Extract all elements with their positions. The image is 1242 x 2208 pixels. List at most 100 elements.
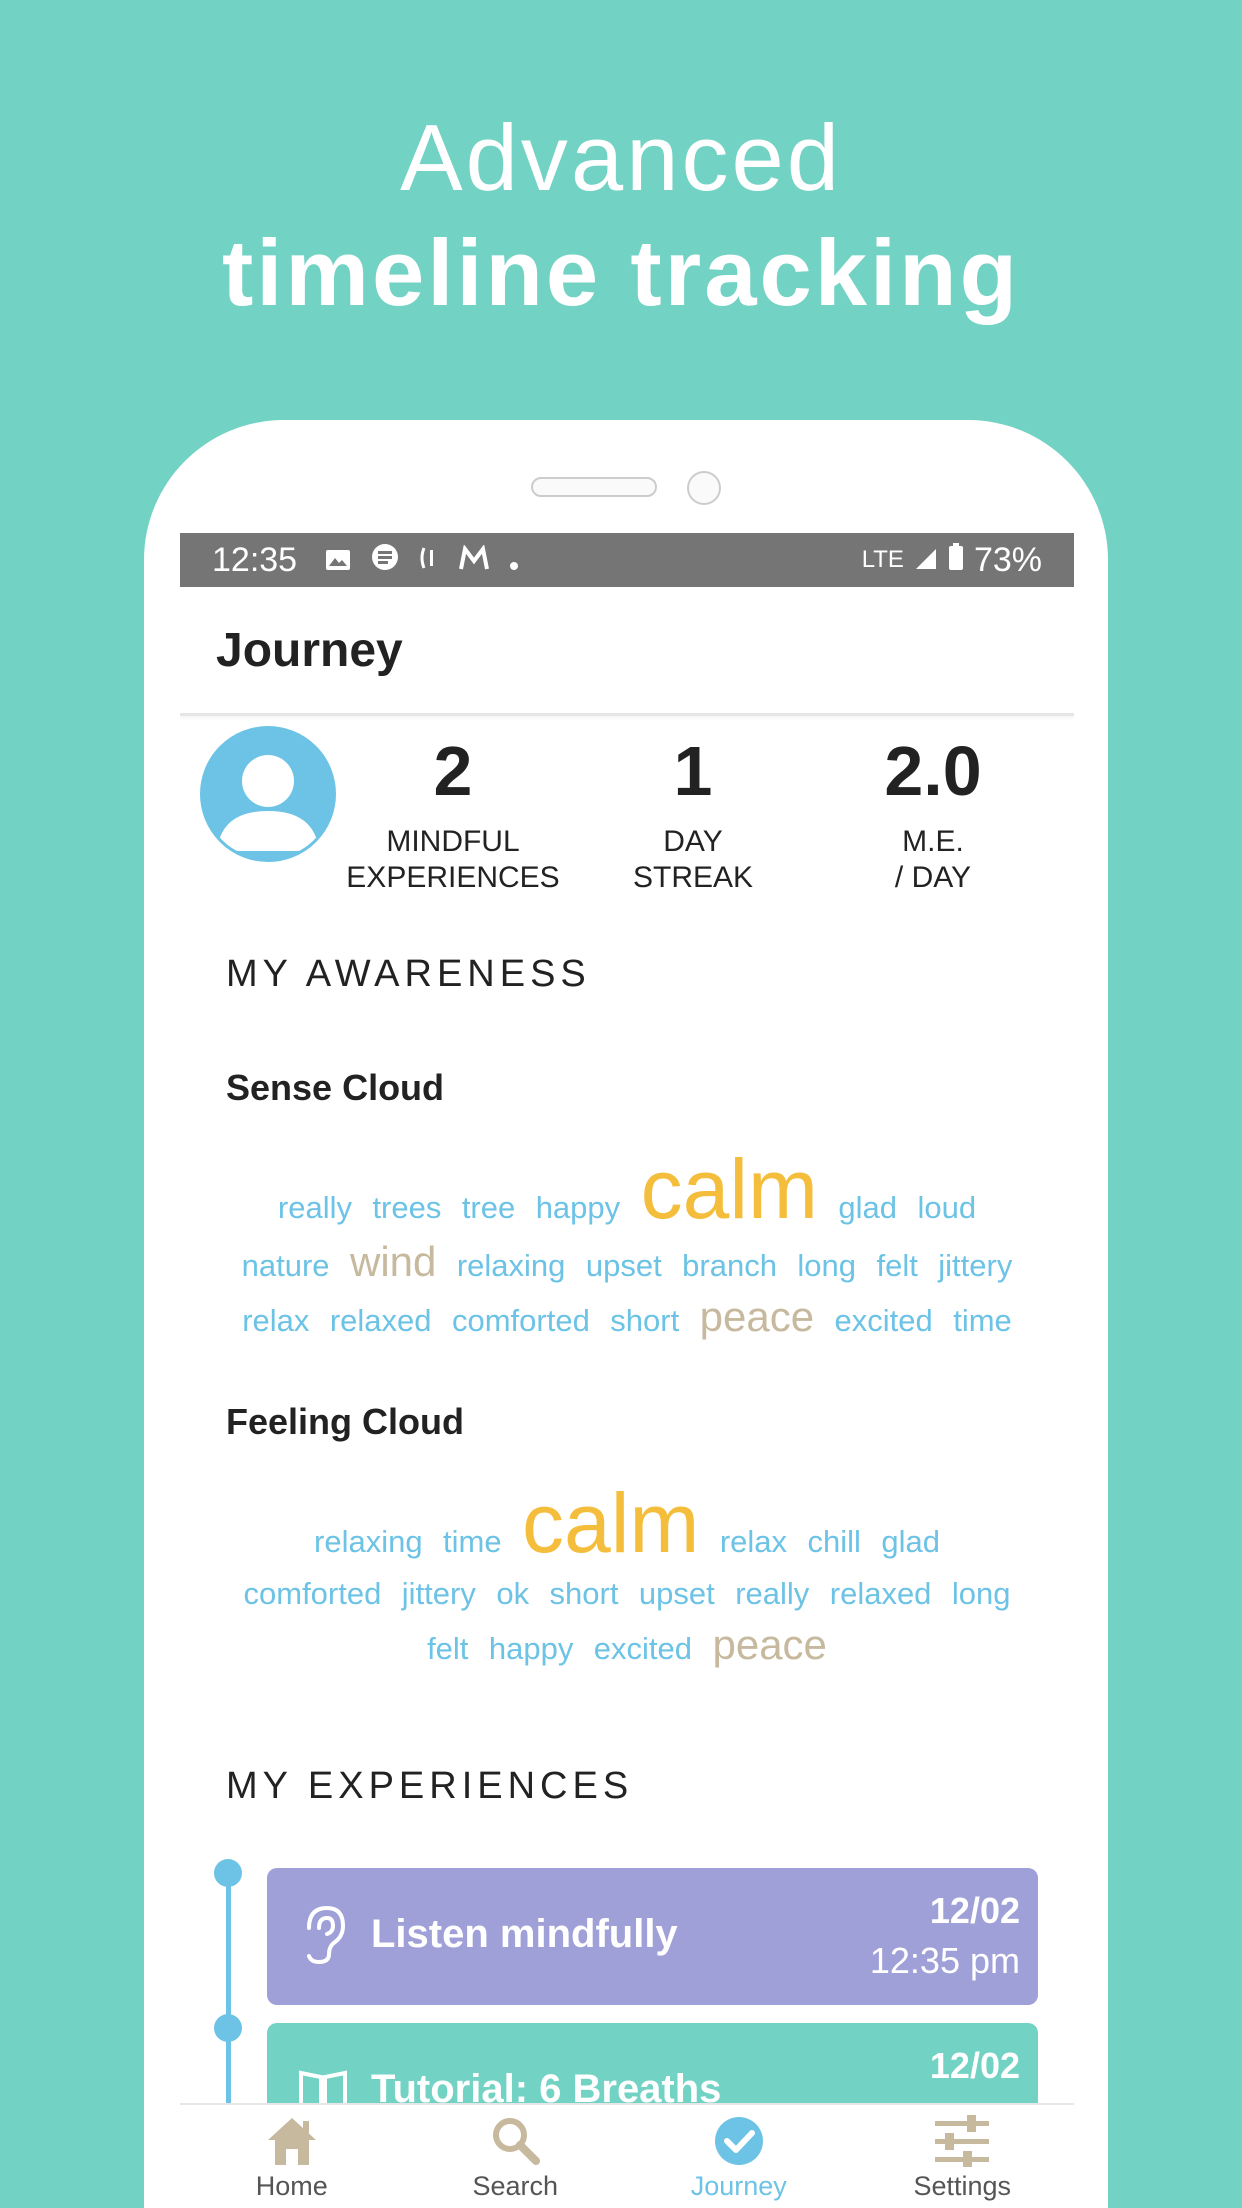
image-icon (325, 541, 351, 580)
hero-line-1: Advanced (399, 105, 843, 210)
phone-camera (687, 471, 721, 505)
dot-icon (509, 541, 519, 580)
stat-label: MINDFUL EXPERIENCES (346, 825, 560, 894)
word: long (951, 1576, 1011, 1611)
ear-icon (307, 1905, 346, 1965)
word: relaxing (314, 1524, 423, 1559)
stat-label: DAY STREAK (632, 825, 754, 894)
word: excited (593, 1631, 693, 1666)
word: wind (350, 1238, 437, 1285)
word: glad (838, 1190, 898, 1225)
phone-speaker (531, 477, 657, 497)
word: nature (241, 1248, 330, 1283)
feeling-cloud-row: comforted jittery ok short upset really … (180, 1576, 1074, 1612)
word: time (953, 1303, 1012, 1338)
tab-label: Journey (690, 2171, 787, 2201)
word: upset (585, 1248, 662, 1283)
word: relax (242, 1303, 310, 1338)
section-title-experiences: MY EXPERIENCES (226, 1765, 634, 1807)
word: trees (372, 1190, 442, 1225)
word: really (277, 1190, 352, 1225)
word: comforted (451, 1303, 590, 1338)
word: glad (881, 1524, 940, 1559)
word: short (610, 1303, 680, 1338)
experience-card[interactable]: Listen mindfully 12/02 12:35 pm (267, 1868, 1038, 2005)
bottom-tab-bar: Home Search Journey Settings (180, 2103, 1074, 2208)
word: peace (699, 1293, 815, 1340)
experience-date: 12/02 (929, 2045, 1020, 2086)
word: jittery (938, 1248, 1013, 1283)
word: comforted (243, 1576, 382, 1611)
search-icon (493, 2118, 541, 2165)
stat-me-per-day: 2.0 M.E. / DAY (813, 726, 1053, 896)
feeling-cloud-title: Feeling Cloud (226, 1401, 464, 1442)
hero: Advanced timeline tracking (0, 98, 1242, 328)
network-type: LTE (861, 546, 904, 573)
tab-journey[interactable]: Journey (627, 2105, 851, 2208)
word: happy (535, 1190, 621, 1225)
word: happy (488, 1631, 574, 1666)
avatar[interactable] (200, 726, 336, 862)
stats-panel: 2 MINDFUL EXPERIENCES 1 DAY STREAK 2.0 M.E… (180, 716, 1074, 926)
tab-label: Settings (913, 2171, 1012, 2201)
sense-cloud-row: relax relaxed comforted short peace exci… (180, 1293, 1074, 1341)
stat-value: 2 (433, 732, 473, 810)
sliders-icon (935, 2115, 990, 2167)
stat-value: 1 (673, 732, 713, 810)
word: relaxed (329, 1303, 432, 1338)
word: ok (496, 1576, 530, 1611)
word: chill (807, 1524, 861, 1559)
word: branch (682, 1248, 777, 1283)
word: relax (719, 1524, 788, 1559)
word: calm (640, 1142, 818, 1236)
word: relaxing (456, 1248, 566, 1283)
word: peace (712, 1621, 827, 1668)
experience-title: Listen mindfully (371, 1912, 678, 1956)
stat-label: M.E. / DAY (894, 825, 972, 894)
timeline-dot (214, 1859, 242, 1887)
sense-cloud-row: really trees tree happy calm glad loud (180, 1141, 1074, 1238)
phone-frame: 12:35 LTE 73% Journey 2 MINDFUL EXPERIEN… (144, 420, 1108, 2208)
tab-home[interactable]: Home (180, 2105, 404, 2208)
word: time (443, 1524, 502, 1559)
feeling-cloud-row: felt happy excited peace (180, 1621, 1074, 1669)
word: long (797, 1248, 857, 1283)
word: tree (461, 1190, 516, 1225)
stat-day-streak: 1 DAY STREAK (573, 726, 813, 896)
word: jittery (401, 1576, 476, 1611)
word: really (735, 1576, 810, 1611)
app-screen: 12:35 LTE 73% Journey 2 MINDFUL EXPERIEN… (180, 533, 1074, 2208)
status-time: 12:35 (212, 540, 298, 579)
tab-label: Home (255, 2171, 328, 2201)
word: loud (917, 1190, 977, 1225)
word: upset (638, 1576, 715, 1611)
tab-label: Search (472, 2171, 559, 2201)
check-circle-icon (714, 2117, 763, 2165)
experience-date: 12/02 (929, 1890, 1020, 1931)
word: short (549, 1576, 619, 1611)
hero-line-2: timeline tracking (222, 220, 1020, 325)
signal-wave-icon (419, 541, 439, 580)
section-title-awareness: MY AWARENESS (226, 953, 591, 995)
word: calm (522, 1476, 700, 1570)
tab-settings[interactable]: Settings (851, 2105, 1075, 2208)
word: relaxed (829, 1576, 932, 1611)
home-icon (267, 2118, 316, 2165)
stat-mindful-experiences: 2 MINDFUL EXPERIENCES (333, 726, 573, 896)
status-bar: 12:35 LTE 73% (180, 533, 1074, 587)
app-bar: Journey (180, 587, 1074, 716)
sense-cloud-title: Sense Cloud (226, 1067, 445, 1108)
word: felt (427, 1631, 469, 1666)
word: felt (876, 1248, 918, 1283)
stat-value: 2.0 (884, 732, 982, 810)
app-logo-icon (459, 541, 490, 580)
tab-search[interactable]: Search (404, 2105, 628, 2208)
sense-cloud-row: nature wind relaxing upset branch long f… (180, 1238, 1074, 1286)
feeling-cloud-row: relaxing time calm relax chill glad (180, 1475, 1074, 1572)
word: excited (834, 1303, 933, 1338)
experience-time: 12:35 pm (869, 1940, 1020, 1981)
timeline-dot (214, 2014, 242, 2042)
page-title: Journey (216, 623, 403, 677)
message-icon (371, 541, 399, 580)
user-icon (217, 755, 319, 851)
